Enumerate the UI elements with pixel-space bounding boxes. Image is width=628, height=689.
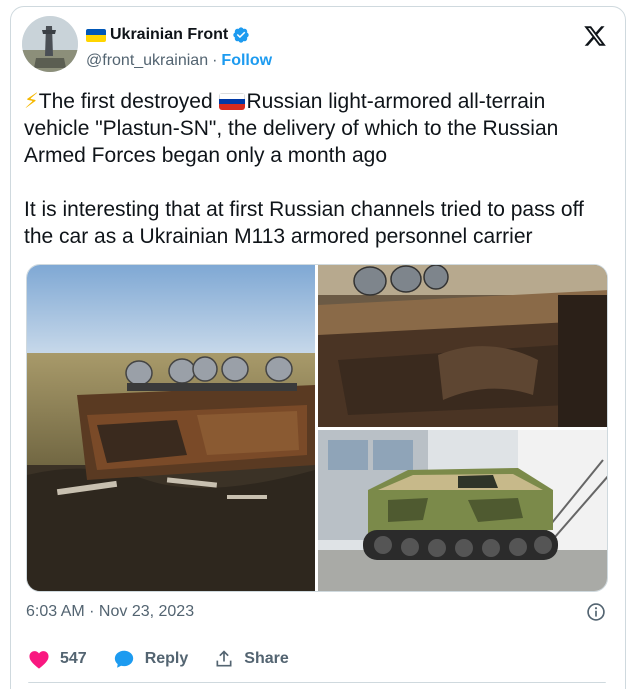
tweet-timestamp[interactable]: 6:03 AM · Nov 23, 2023 [26,603,194,621]
author-avatar[interactable] [22,16,78,72]
share-icon [216,650,232,667]
reply-icon [114,650,133,668]
media-grid [26,264,608,592]
follow-button[interactable]: Follow [221,52,272,70]
destroyed-vehicle-field-photo[interactable] [27,265,315,591]
heart-icon [29,651,49,669]
russia-flag-icon [218,93,245,110]
like-count: 547 [60,650,87,667]
reply-label: Reply [144,650,189,667]
x-logo-icon[interactable] [582,24,608,48]
share-label: Share [244,650,289,667]
burned-hull-closeup-photo[interactable] [318,265,607,427]
like-button[interactable]: 547 [28,649,87,669]
author-name-row[interactable]: Ukrainian Front [86,24,250,46]
plastun-sn-vehicle-photo[interactable] [318,430,607,591]
tweet-actions: 547 Reply Share [28,648,315,670]
ukraine-flag-icon [86,28,106,42]
tweet-text: ⚡The first destroyed Russian light-armor… [24,88,614,250]
bottom-divider [28,682,606,683]
share-button[interactable]: Share [214,649,289,669]
avatar-image [22,16,78,72]
author-handle[interactable]: @front_ukrainian [86,52,208,70]
reply-button[interactable]: Reply [113,648,189,670]
tweet-text-part: The first destroyed [38,90,219,113]
tweet-paragraph-2: It is interesting that at first Russian … [24,198,584,248]
info-icon[interactable] [586,602,606,622]
verified-badge-icon [233,27,249,43]
tweet-paragraph-1: ⚡The first destroyed Russian light-armor… [24,88,614,169]
author-display-name[interactable]: Ukrainian Front [110,26,228,44]
author-handle-row: @front_ukrainian · Follow [86,52,272,70]
handle-separator: · [212,52,218,69]
lightning-icon: ⚡ [24,90,39,113]
